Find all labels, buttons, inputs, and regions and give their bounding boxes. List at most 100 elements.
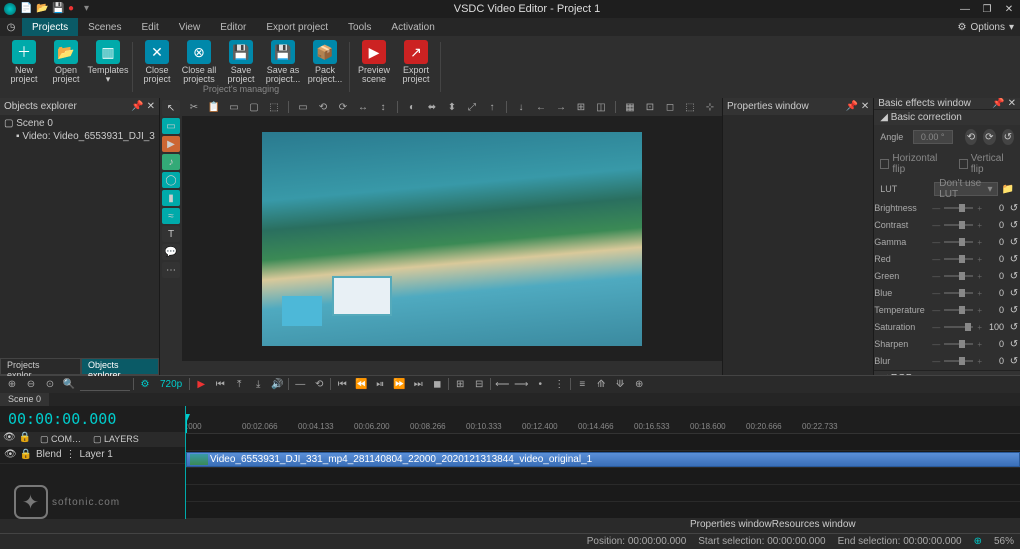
toolbar-button[interactable]: ⬚ — [682, 100, 698, 114]
qat-save-icon[interactable]: 💾 — [52, 3, 64, 15]
tool-more-button[interactable]: ⋯ — [162, 262, 180, 278]
basic-correction-section[interactable]: ◢ Basic correction — [874, 109, 1020, 125]
playback-button[interactable]: ⟱ — [612, 377, 628, 391]
playback-button[interactable]: • — [532, 377, 548, 391]
zoom-in-icon[interactable]: ⊕ — [4, 377, 20, 391]
track-lane[interactable]: Video_6553931_DJI_331_mp4_281140804_2200… — [186, 451, 1020, 468]
playback-button[interactable]: ⟰ — [593, 377, 609, 391]
playback-button[interactable]: ⋮ — [551, 377, 567, 391]
green-slider[interactable] — [944, 275, 973, 277]
panel-tab[interactable]: Projects explor… — [0, 358, 81, 375]
qat-dropdown-icon[interactable]: ▾ — [84, 3, 96, 15]
toolbar-button[interactable]: ⤢ — [464, 100, 480, 114]
red-slider[interactable] — [944, 258, 973, 260]
video-clip[interactable]: Video_6553931_DJI_331_mp4_281140804_2200… — [186, 452, 1020, 467]
playback-button[interactable]: ⊟ — [471, 377, 487, 391]
lut-browse-icon[interactable]: 📁 — [1002, 184, 1014, 195]
toolbar-button[interactable]: ← — [533, 100, 549, 114]
playback-button[interactable]: ⊞ — [452, 377, 468, 391]
toolbar-button[interactable]: ▭ — [226, 100, 242, 114]
toolbar-button[interactable]: ◻ — [662, 100, 678, 114]
playback-button[interactable]: ⏮ — [334, 377, 350, 391]
blur-slider[interactable] — [944, 360, 973, 362]
save-as-button[interactable]: 💾Save asproject... — [263, 38, 303, 84]
playback-button[interactable]: ≡ — [574, 377, 590, 391]
slider-reset-icon[interactable]: ↺ — [1008, 237, 1020, 248]
toolbar-button[interactable]: ↑ — [484, 100, 500, 114]
slider-reset-icon[interactable]: ↺ — [1008, 322, 1020, 333]
menu-tab-tools[interactable]: Tools — [338, 18, 381, 36]
qat-open-icon[interactable]: 📂 — [36, 3, 48, 15]
toolbar-button[interactable]: 📋 — [206, 100, 222, 114]
close-project-button[interactable]: ✕Closeproject — [137, 38, 177, 84]
slider-reset-icon[interactable]: ↺ — [1008, 271, 1020, 282]
contrast-slider[interactable] — [944, 224, 973, 226]
save-project-button[interactable]: 💾Saveproject — [221, 38, 261, 84]
open-project-button[interactable]: 📂Openproject — [46, 38, 86, 84]
playback-button[interactable]: ⟲ — [311, 377, 327, 391]
new-project-button[interactable]: ＋Newproject — [4, 38, 44, 84]
menu-tab-scenes[interactable]: Scenes — [78, 18, 131, 36]
playback-button[interactable]: ⤓ — [250, 377, 266, 391]
tool-note-button[interactable]: ♪ — [162, 154, 180, 170]
playback-button[interactable]: ⏭ — [410, 377, 426, 391]
menu-tab-activation[interactable]: Activation — [381, 18, 444, 36]
toolbar-button[interactable]: ◫ — [593, 100, 609, 114]
layer-tab[interactable]: ▢ LAYERS — [87, 432, 145, 447]
rgb-curves-section[interactable]: ◢ RGB curves — [874, 370, 1020, 375]
export-project-button[interactable]: ↗Exportproject — [396, 38, 436, 84]
toolbar-button[interactable]: ▢ — [246, 100, 262, 114]
toolbar-button[interactable]: ⬍ — [444, 100, 460, 114]
maximize-button[interactable]: ❐ — [980, 4, 994, 15]
tool-bars-button[interactable]: ▮ — [162, 190, 180, 206]
tool-arrow-button[interactable]: ↖ — [162, 100, 180, 116]
tool-rect-button[interactable]: ▭ — [162, 118, 180, 134]
toolbar-button[interactable]: ↓ — [513, 100, 529, 114]
app-menu-icon[interactable]: ◷ — [0, 18, 22, 36]
toolbar-button[interactable]: ⟳ — [335, 100, 351, 114]
tool-shape-button[interactable]: ◯ — [162, 172, 180, 188]
hflip-check[interactable]: Horizontal flip — [880, 153, 946, 175]
slider-reset-icon[interactable]: ↺ — [1008, 203, 1020, 214]
toolbar-button[interactable]: ⊡ — [642, 100, 658, 114]
toolbar-button[interactable]: ⬌ — [424, 100, 440, 114]
zoom-target-icon[interactable]: ⊕ — [974, 536, 982, 547]
pin-icon[interactable]: 📌 ✕ — [131, 101, 155, 112]
track-header[interactable]: 👁 🔒 Blend ⋮ Layer 1 — [0, 447, 185, 464]
panel-tab[interactable]: Properties window — [690, 519, 772, 533]
saturation-slider[interactable] — [944, 326, 973, 328]
angle-input[interactable] — [913, 130, 953, 144]
slider-reset-icon[interactable]: ↺ — [1008, 288, 1020, 299]
resolution-value[interactable]: 720p — [156, 379, 186, 390]
zoom-fit-icon[interactable]: ⊙ — [42, 377, 58, 391]
options-button[interactable]: ⚙ Options ▾ — [952, 18, 1020, 36]
playback-button[interactable]: ⏪ — [353, 377, 369, 391]
playback-button[interactable]: ⊕ — [631, 377, 647, 391]
scene-tab[interactable]: Scene 0 — [0, 393, 49, 406]
playback-button[interactable]: ⤒ — [231, 377, 247, 391]
blue-slider[interactable] — [944, 292, 973, 294]
vflip-check[interactable]: Vertical flip — [959, 153, 1014, 175]
menu-tab-edit[interactable]: Edit — [131, 18, 168, 36]
video-preview[interactable] — [262, 132, 642, 346]
playback-button[interactable]: ⏩ — [391, 377, 407, 391]
playback-button[interactable]: ▶ — [193, 377, 209, 391]
playback-button[interactable]: ⏮ — [212, 377, 228, 391]
playback-button[interactable]: ⟶ — [513, 377, 529, 391]
panel-tab[interactable]: Objects explorer — [81, 358, 159, 375]
playback-button[interactable]: ⟵ — [494, 377, 510, 391]
menu-tab-editor[interactable]: Editor — [210, 18, 256, 36]
minimize-button[interactable]: — — [958, 4, 972, 15]
resolution-gear-icon[interactable]: ⚙ — [137, 377, 153, 391]
close-all-button[interactable]: ⊗Close allprojects — [179, 38, 219, 84]
toolbar-button[interactable]: ⟲ — [315, 100, 331, 114]
rotate-ccw-button[interactable]: ⟲ — [965, 129, 977, 145]
menu-tab-export-project[interactable]: Export project — [256, 18, 338, 36]
angle-reset-button[interactable]: ↺ — [1002, 129, 1014, 145]
layer-lane[interactable] — [186, 434, 1020, 451]
tree-node[interactable]: ▢ Scene 0 — [4, 117, 155, 130]
toolbar-button[interactable]: → — [553, 100, 569, 114]
tree-node[interactable]: ▪ Video: Video_6553931_DJI_3… — [4, 130, 155, 143]
slider-reset-icon[interactable]: ↺ — [1008, 254, 1020, 265]
toolbar-button[interactable]: ↔ — [355, 100, 371, 114]
